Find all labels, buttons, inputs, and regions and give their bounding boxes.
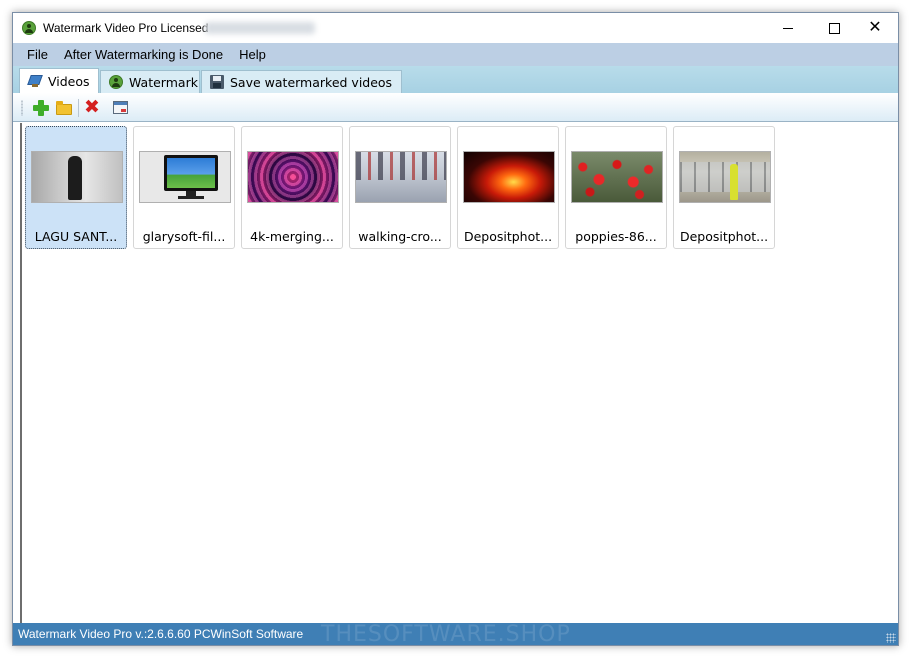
minimize-button[interactable]: [765, 13, 811, 43]
minimize-icon: [783, 27, 793, 29]
tab-save-watermarked[interactable]: Save watermarked videos: [201, 70, 402, 93]
floppy-icon: [210, 75, 224, 89]
person-icon: [109, 75, 123, 89]
video-thumbnail-image: [679, 151, 771, 203]
maximize-button[interactable]: [811, 13, 857, 43]
window-icon: [121, 109, 126, 112]
menu-after-watermarking[interactable]: After Watermarking is Done: [57, 43, 230, 66]
open-folder-button[interactable]: [55, 99, 73, 117]
video-thumbnail-image: [247, 151, 339, 203]
close-icon: ✕: [868, 19, 882, 36]
video-caption: glarysoft-fil...: [142, 229, 226, 244]
site-watermark-overlay: THESOFTWARE.SHOP: [321, 622, 571, 646]
status-bar: Watermark Video Pro v.:2.6.6.60 PCWinSof…: [13, 622, 898, 646]
title-bar[interactable]: Watermark Video Pro Licensed ✕: [13, 13, 898, 43]
video-thumbnail-image: [571, 151, 663, 203]
video-thumb-6[interactable]: poppies-86...: [565, 126, 667, 249]
video-thumbnail-image: [463, 151, 555, 203]
menu-bar: File After Watermarking is Done Help: [13, 43, 898, 66]
app-window: Watermark Video Pro Licensed ✕ File Afte…: [12, 12, 899, 646]
toolbar-separator: [78, 99, 79, 117]
pin-icon: [28, 74, 42, 88]
close-button[interactable]: ✕: [852, 13, 898, 43]
preview-window-button[interactable]: [112, 99, 130, 117]
video-list-panel[interactable]: LAGU SANT... glarysoft-fil... 4k-merging…: [20, 123, 896, 623]
video-caption: walking-cro...: [358, 229, 442, 244]
video-thumbnail-image: [139, 151, 231, 203]
video-thumb-2[interactable]: glarysoft-fil...: [133, 126, 235, 249]
video-caption: 4k-merging...: [250, 229, 334, 244]
video-caption: poppies-86...: [575, 229, 657, 244]
toolbar: ✖: [13, 93, 898, 122]
video-thumb-3[interactable]: 4k-merging...: [241, 126, 343, 249]
video-caption: Depositphot...: [463, 229, 553, 244]
video-thumb-5[interactable]: Depositphot...: [457, 126, 559, 249]
tab-watermark[interactable]: Watermark: [100, 70, 200, 93]
video-caption: LAGU SANT...: [34, 229, 118, 244]
video-caption: Depositphot...: [679, 229, 769, 244]
video-thumb-1[interactable]: LAGU SANT...: [25, 126, 127, 249]
video-thumb-4[interactable]: walking-cro...: [349, 126, 451, 249]
tab-strip: Videos Watermark Save watermarked videos: [13, 66, 898, 93]
video-thumb-7[interactable]: Depositphot...: [673, 126, 775, 249]
toolbar-grip[interactable]: [21, 100, 23, 116]
tab-videos-label: Videos: [48, 73, 90, 89]
menu-file[interactable]: File: [20, 43, 55, 66]
video-thumbnail-image: [31, 151, 123, 203]
app-logo-icon: [22, 21, 36, 35]
video-thumbnail-image: [355, 151, 447, 203]
tab-watermark-label: Watermark: [129, 74, 198, 90]
delete-video-button[interactable]: ✖: [83, 98, 101, 117]
resize-grip-icon[interactable]: [886, 633, 896, 643]
maximize-icon: [828, 22, 840, 34]
add-video-button[interactable]: [32, 99, 50, 117]
tab-save-label: Save watermarked videos: [230, 74, 393, 90]
tab-videos[interactable]: Videos: [19, 68, 99, 93]
menu-help[interactable]: Help: [232, 43, 273, 66]
window-title: Watermark Video Pro Licensed: [43, 21, 209, 35]
blurred-license-name: [205, 22, 315, 34]
status-version-text: Watermark Video Pro v.:2.6.6.60 PCWinSof…: [18, 627, 304, 641]
